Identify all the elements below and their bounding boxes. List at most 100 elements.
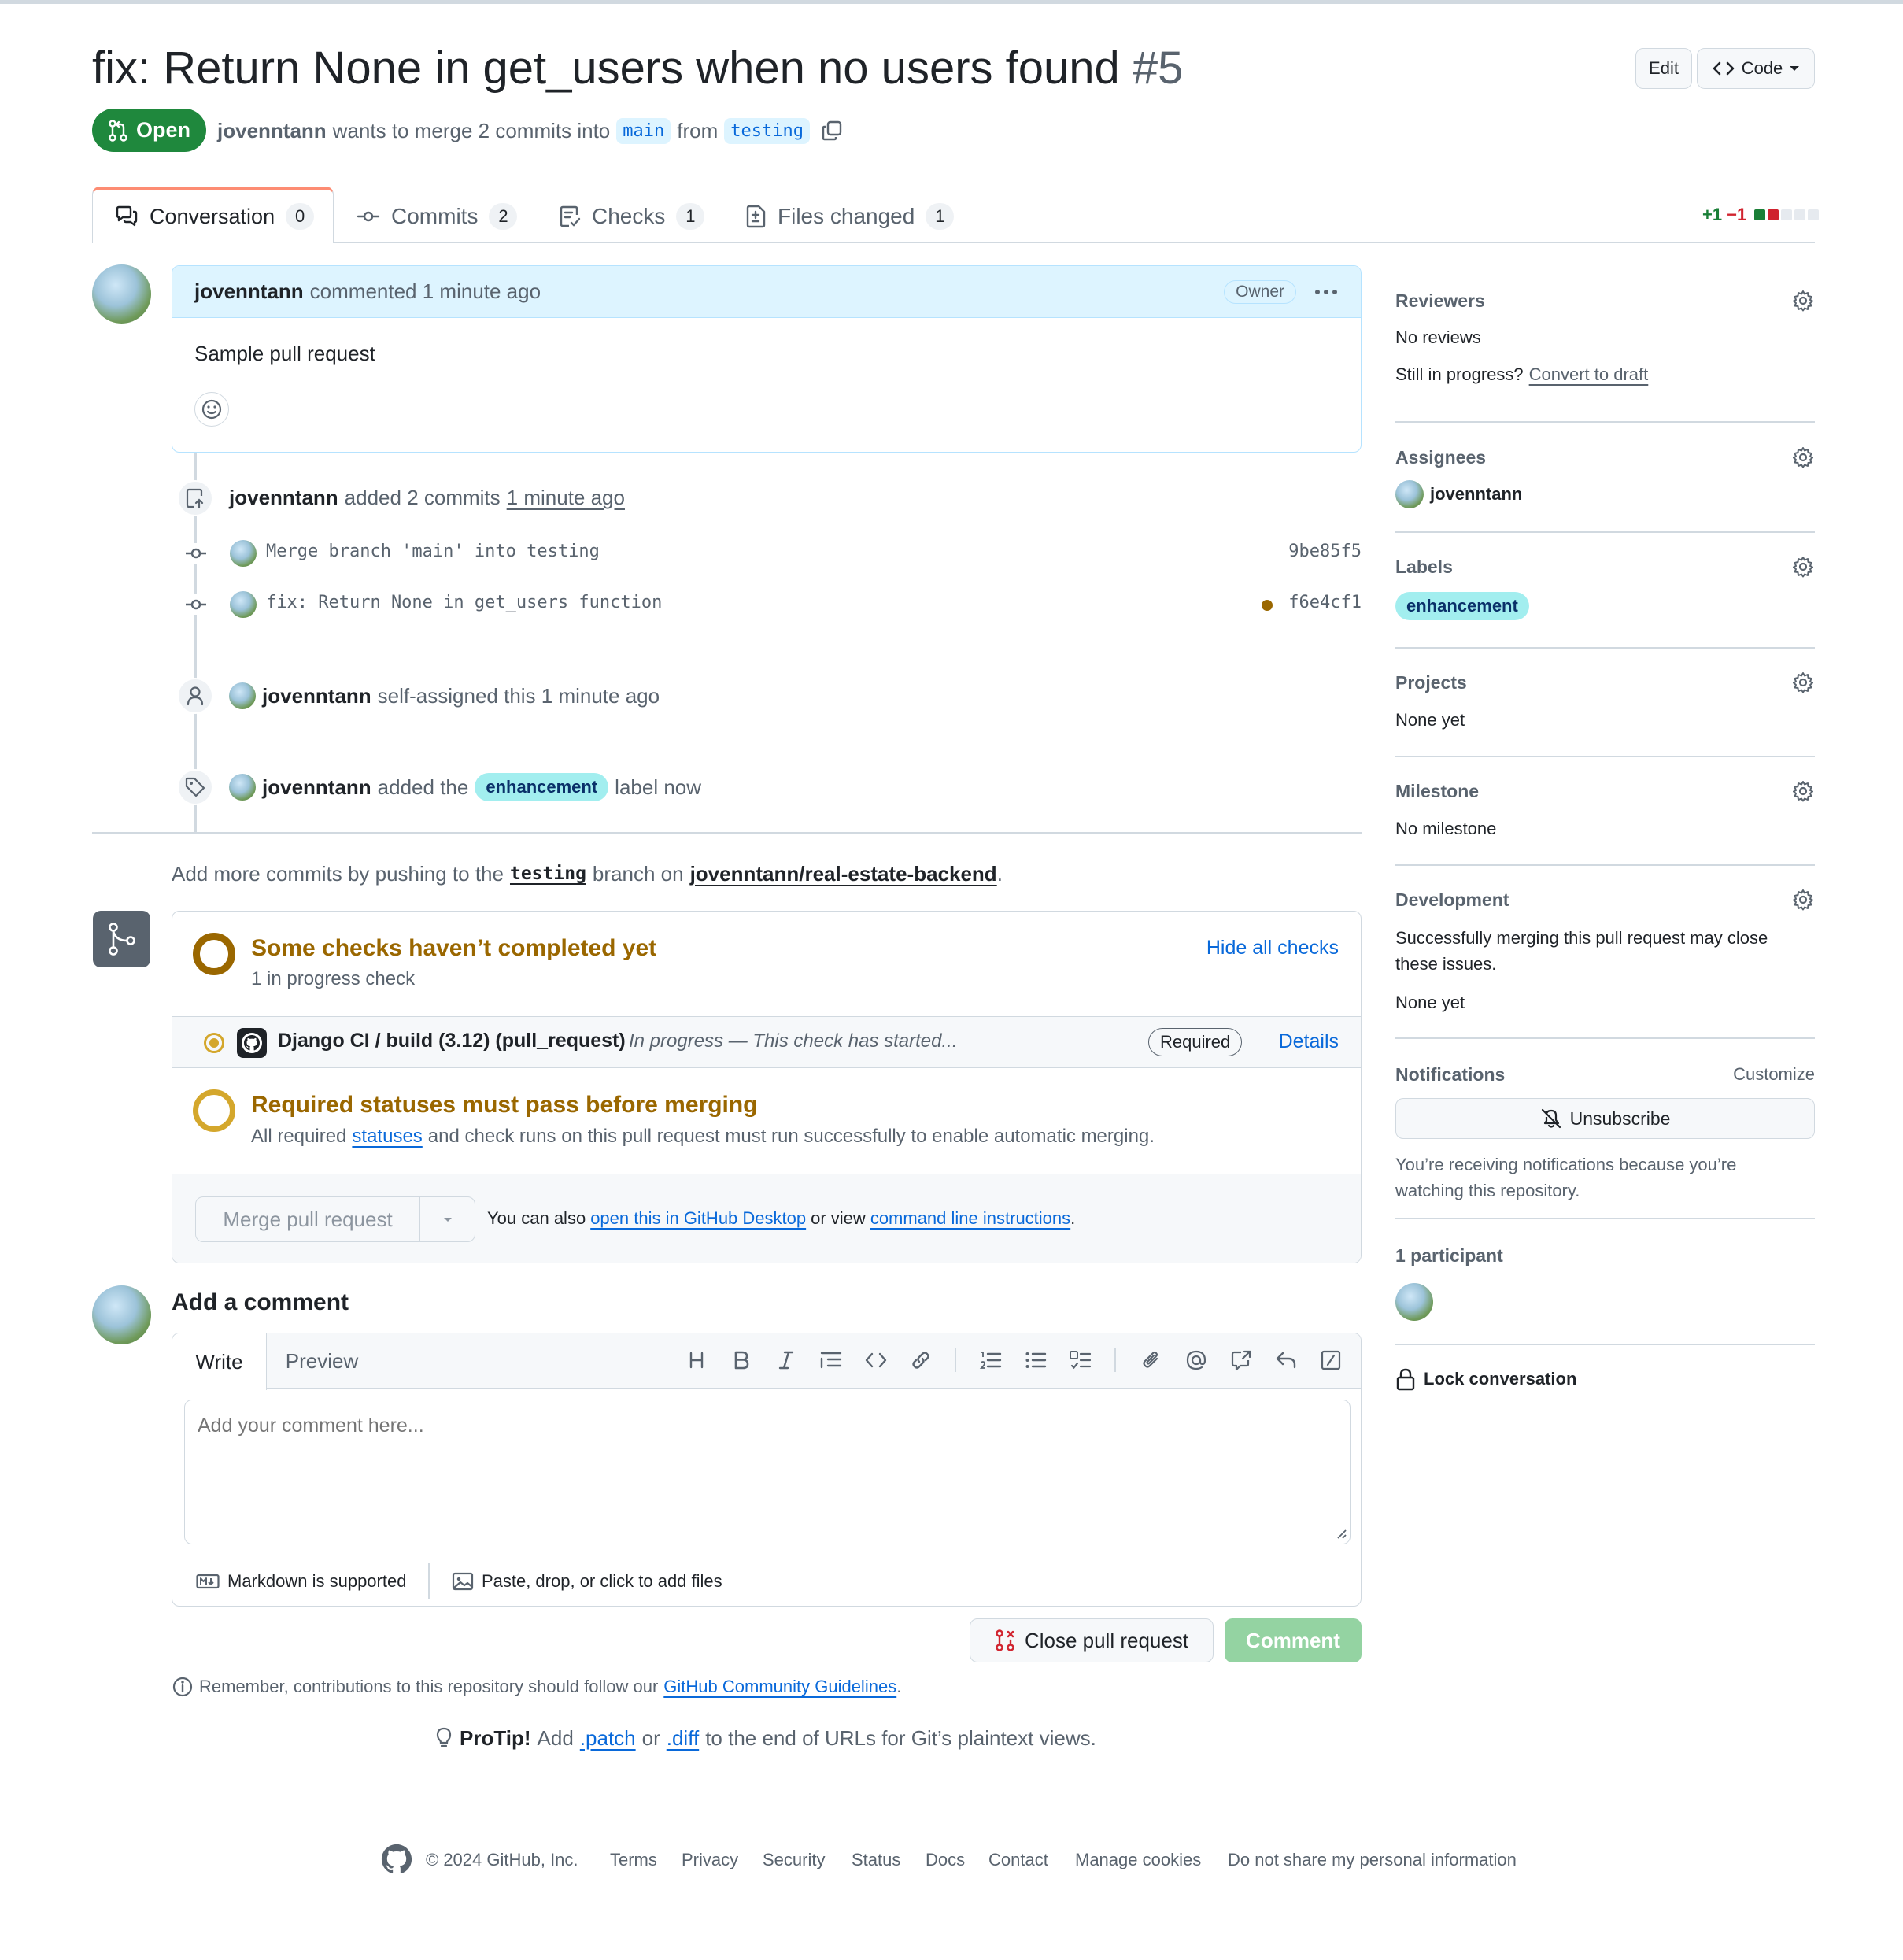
open-desktop-link[interactable]: open this in GitHub Desktop xyxy=(590,1208,806,1229)
unsubscribe-button[interactable]: Unsubscribe xyxy=(1395,1098,1815,1139)
current-user-avatar[interactable] xyxy=(92,1285,151,1344)
projects-title[interactable]: Projects xyxy=(1395,672,1467,693)
sidebar-labels: Labels enhancement xyxy=(1395,555,1815,626)
event-author-avatar[interactable] xyxy=(229,774,256,801)
footer-link-manage-cookies[interactable]: Manage cookies xyxy=(1075,1850,1201,1870)
attach-files-button[interactable]: Paste, drop, or click to add files xyxy=(482,1571,722,1592)
head-branch[interactable]: testing xyxy=(724,117,810,144)
merge-method-dropdown[interactable] xyxy=(420,1197,475,1241)
customize-link[interactable]: Customize xyxy=(1733,1064,1815,1085)
milestone-title[interactable]: Milestone xyxy=(1395,781,1479,802)
enhancement-label[interactable]: enhancement xyxy=(475,773,609,801)
event-author-avatar[interactable] xyxy=(229,682,256,709)
pr-author[interactable]: jovenntann xyxy=(217,119,327,143)
base-branch[interactable]: main xyxy=(616,117,671,144)
diffstat-removed: −1 xyxy=(1727,205,1747,224)
add-reaction-button[interactable] xyxy=(194,392,229,427)
tab-counter: 1 xyxy=(926,203,955,230)
tab-commits[interactable]: Commits 2 xyxy=(357,189,518,244)
person-icon xyxy=(186,686,205,706)
gear-icon[interactable] xyxy=(1791,289,1815,312)
footer-link-contact[interactable]: Contact xyxy=(988,1850,1048,1870)
merge-button-group: Merge pull request xyxy=(195,1196,475,1242)
resize-handle-icon[interactable] xyxy=(1335,1527,1347,1540)
comment-textarea[interactable] xyxy=(184,1400,1351,1544)
hide-all-checks-button[interactable]: Hide all checks xyxy=(1206,937,1339,960)
enhancement-label[interactable]: enhancement xyxy=(1395,592,1529,620)
statuses-link[interactable]: statuses xyxy=(352,1126,422,1148)
paperclip-icon[interactable] xyxy=(1136,1344,1167,1376)
merge-pull-request-button[interactable]: Merge pull request xyxy=(196,1197,420,1241)
commit-message[interactable]: Merge branch 'main' into testing xyxy=(266,542,600,561)
labels-title[interactable]: Labels xyxy=(1395,557,1453,578)
quote-icon[interactable] xyxy=(815,1344,847,1376)
development-title[interactable]: Development xyxy=(1395,889,1509,911)
bold-icon[interactable] xyxy=(726,1344,757,1376)
footer-link-docs[interactable]: Docs xyxy=(926,1850,965,1870)
commit-sha[interactable]: 9be85f5 xyxy=(1288,542,1362,561)
commit-author-avatar[interactable] xyxy=(230,591,257,618)
footer-link-terms[interactable]: Terms xyxy=(610,1850,657,1870)
footer-divider xyxy=(428,1563,430,1599)
code-icon[interactable] xyxy=(860,1344,892,1376)
unordered-list-icon[interactable] xyxy=(1020,1344,1051,1376)
assignee-row[interactable]: jovenntann xyxy=(1395,480,1522,508)
github-logo-icon[interactable] xyxy=(379,1842,414,1877)
edit-button[interactable]: Edit xyxy=(1635,48,1692,89)
repo-link[interactable]: jovenntann/real-estate-backend xyxy=(690,862,997,886)
kebab-horizontal-icon[interactable] xyxy=(1314,288,1339,296)
tab-files-changed[interactable]: Files changed 1 xyxy=(746,189,955,244)
event-author[interactable]: jovenntann xyxy=(262,775,371,800)
patch-link[interactable]: .patch xyxy=(580,1726,636,1751)
push-hint-branch[interactable]: testing xyxy=(510,864,586,884)
link-icon[interactable] xyxy=(905,1344,937,1376)
assignees-title[interactable]: Assignees xyxy=(1395,447,1486,468)
author-avatar[interactable] xyxy=(92,264,151,324)
tab-write[interactable]: Write xyxy=(172,1333,267,1390)
command-line-link[interactable]: command line instructions xyxy=(870,1208,1070,1229)
convert-to-draft-link[interactable]: Convert to draft xyxy=(1529,364,1649,385)
commit-author-avatar[interactable] xyxy=(230,540,257,567)
reviewers-title[interactable]: Reviewers xyxy=(1395,290,1485,312)
gear-icon[interactable] xyxy=(1791,671,1815,694)
gear-icon[interactable] xyxy=(1791,779,1815,803)
cross-reference-icon[interactable] xyxy=(1225,1344,1257,1376)
protip-label: ProTip! xyxy=(460,1725,531,1750)
details-link[interactable]: Details xyxy=(1279,1030,1339,1053)
participant-avatar[interactable] xyxy=(1395,1283,1433,1321)
community-guidelines-link[interactable]: GitHub Community Guidelines xyxy=(663,1677,896,1697)
comment-author[interactable]: jovenntann xyxy=(194,279,304,304)
diff-link[interactable]: .diff xyxy=(667,1726,699,1751)
slash-commands-icon[interactable] xyxy=(1315,1344,1347,1376)
footer-link-security[interactable]: Security xyxy=(763,1850,825,1870)
tab-checks[interactable]: Checks 1 xyxy=(559,189,705,244)
italic-icon[interactable] xyxy=(770,1344,802,1376)
commit-sha[interactable]: f6e4cf1 xyxy=(1288,593,1362,612)
code-button[interactable]: Code xyxy=(1697,48,1815,89)
event-author[interactable]: jovenntann xyxy=(262,684,371,708)
commit-message[interactable]: fix: Return None in get_users function xyxy=(266,593,662,612)
footer-link-status[interactable]: Status xyxy=(852,1850,900,1870)
tab-preview[interactable]: Preview xyxy=(267,1333,377,1389)
reply-icon[interactable] xyxy=(1270,1344,1302,1376)
comment-button[interactable]: Comment xyxy=(1225,1618,1362,1662)
gear-icon[interactable] xyxy=(1791,446,1815,469)
tab-conversation[interactable]: Conversation 0 xyxy=(92,187,334,243)
gear-icon[interactable] xyxy=(1791,555,1815,579)
close-pull-request-button[interactable]: Close pull request xyxy=(970,1618,1214,1662)
gear-icon[interactable] xyxy=(1791,888,1815,912)
event-author[interactable]: jovenntann xyxy=(229,486,338,510)
heading-icon[interactable] xyxy=(681,1344,712,1376)
footer-link-privacy[interactable]: Privacy xyxy=(682,1850,738,1870)
tasklist-icon[interactable] xyxy=(1065,1344,1096,1376)
required-text-1: All required xyxy=(251,1126,347,1147)
status-pending-dot[interactable] xyxy=(1262,600,1273,611)
event-time-link[interactable]: 1 minute ago xyxy=(507,486,625,510)
copy-icon[interactable] xyxy=(821,120,843,142)
markdown-supported-link[interactable]: Markdown is supported xyxy=(227,1571,406,1592)
mention-icon[interactable] xyxy=(1181,1344,1212,1376)
git-merge-icon xyxy=(106,922,138,956)
ordered-list-icon[interactable] xyxy=(975,1344,1007,1376)
lock-conversation-button[interactable]: Lock conversation xyxy=(1395,1365,1815,1393)
footer-link-do-not-share[interactable]: Do not share my personal information xyxy=(1228,1850,1517,1870)
